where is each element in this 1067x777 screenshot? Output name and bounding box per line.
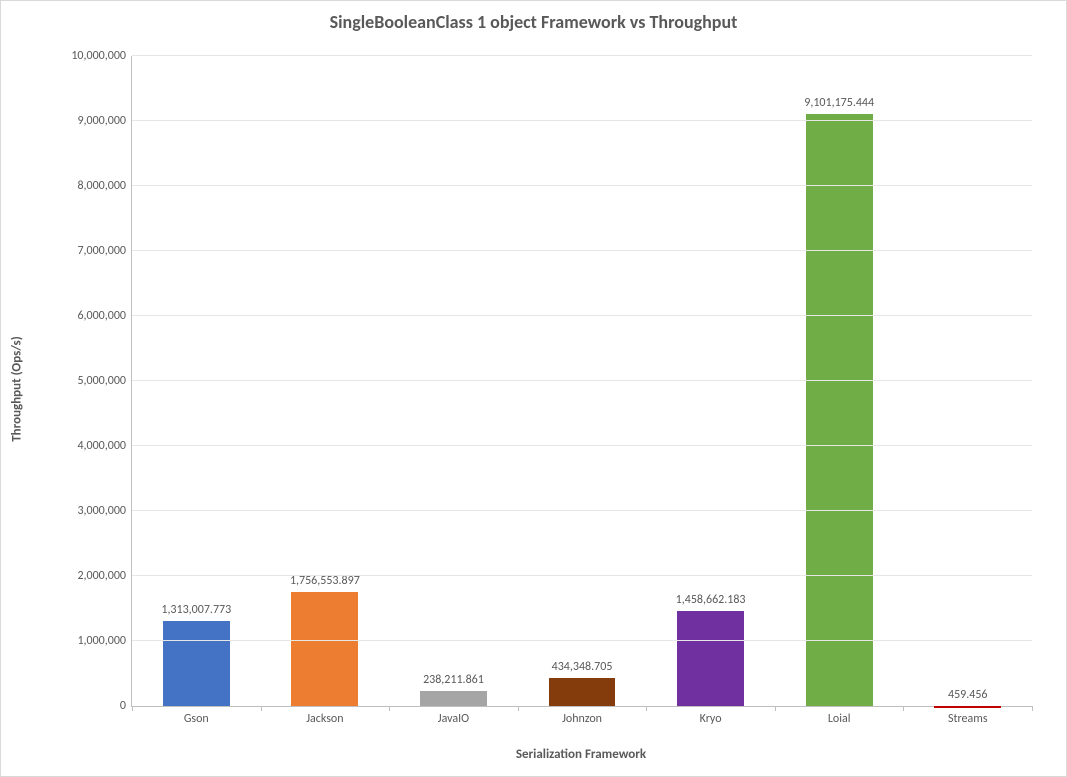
x-tick-mark <box>646 706 647 711</box>
x-tick-mark <box>132 706 133 711</box>
chart-container: SingleBooleanClass 1 object Framework vs… <box>0 0 1067 777</box>
x-tick-label: Johnzon <box>518 706 647 726</box>
data-label: 459.456 <box>903 688 1032 702</box>
y-tick-label: 4,000,000 <box>36 439 132 453</box>
data-label: 434,348.705 <box>518 660 647 674</box>
y-tick-label: 5,000,000 <box>36 374 132 388</box>
bar-slot: 9,101,175.444Loial <box>775 56 904 706</box>
y-tick-label: 10,000,000 <box>36 49 132 63</box>
x-tick-mark <box>389 706 390 711</box>
x-tick-label: Gson <box>132 706 261 726</box>
bar <box>420 691 487 706</box>
x-tick-mark <box>775 706 776 711</box>
gridline <box>132 510 1032 511</box>
bar <box>806 114 873 706</box>
bar-slot: 434,348.705Johnzon <box>518 56 647 706</box>
gridline <box>132 250 1032 251</box>
bar <box>291 592 358 706</box>
bar-slot: 459.456Streams <box>903 56 1032 706</box>
x-tick-mark <box>261 706 262 711</box>
y-tick-label: 3,000,000 <box>36 504 132 518</box>
y-tick-label: 1,000,000 <box>36 634 132 648</box>
y-tick-label: 8,000,000 <box>36 179 132 193</box>
chart-title: SingleBooleanClass 1 object Framework vs… <box>1 11 1066 33</box>
data-label: 1,313,007.773 <box>132 603 261 617</box>
x-tick-mark <box>903 706 904 711</box>
gridline <box>132 55 1032 56</box>
x-tick-label: JavaIO <box>389 706 518 726</box>
gridline <box>132 380 1032 381</box>
x-tick-mark <box>518 706 519 711</box>
bar-slot: 1,313,007.773Gson <box>132 56 261 706</box>
bar-wrapper: 1,458,662.183 <box>646 611 775 706</box>
bar <box>549 678 616 706</box>
y-tick-label: 2,000,000 <box>36 569 132 583</box>
bar-slot: 1,756,553.897Jackson <box>261 56 390 706</box>
x-tick-label: Loial <box>775 706 904 726</box>
gridline <box>132 120 1032 121</box>
x-tick-label: Streams <box>903 706 1032 726</box>
bar-slot: 238,211.861JavaIO <box>389 56 518 706</box>
bar-wrapper: 9,101,175.444 <box>775 114 904 706</box>
x-tick-mark <box>1032 706 1033 711</box>
y-axis-title: Throughput (Ops/s) <box>10 336 25 442</box>
bar-wrapper: 1,756,553.897 <box>261 592 390 706</box>
bar-wrapper: 1,313,007.773 <box>132 621 261 706</box>
y-tick-label: 7,000,000 <box>36 244 132 258</box>
x-tick-label: Jackson <box>261 706 390 726</box>
bar-slot: 1,458,662.183Kryo <box>646 56 775 706</box>
bar-wrapper: 434,348.705 <box>518 678 647 706</box>
data-label: 1,458,662.183 <box>646 593 775 607</box>
y-tick-label: 6,000,000 <box>36 309 132 323</box>
bar-wrapper: 238,211.861 <box>389 691 518 706</box>
gridline <box>132 315 1032 316</box>
x-axis-title: Serialization Framework <box>131 747 1031 762</box>
gridline <box>132 185 1032 186</box>
gridline <box>132 445 1032 446</box>
bars-group: 1,313,007.773Gson1,756,553.897Jackson238… <box>132 56 1032 706</box>
bar <box>677 611 744 706</box>
gridline <box>132 640 1032 641</box>
data-label: 238,211.861 <box>389 673 518 687</box>
y-tick-label: 9,000,000 <box>36 114 132 128</box>
gridline <box>132 575 1032 576</box>
x-tick-label: Kryo <box>646 706 775 726</box>
bar <box>163 621 230 706</box>
data-label: 9,101,175.444 <box>775 96 904 110</box>
plot-area: 1,313,007.773Gson1,756,553.897Jackson238… <box>131 56 1032 707</box>
y-tick-label: 0 <box>36 699 132 713</box>
